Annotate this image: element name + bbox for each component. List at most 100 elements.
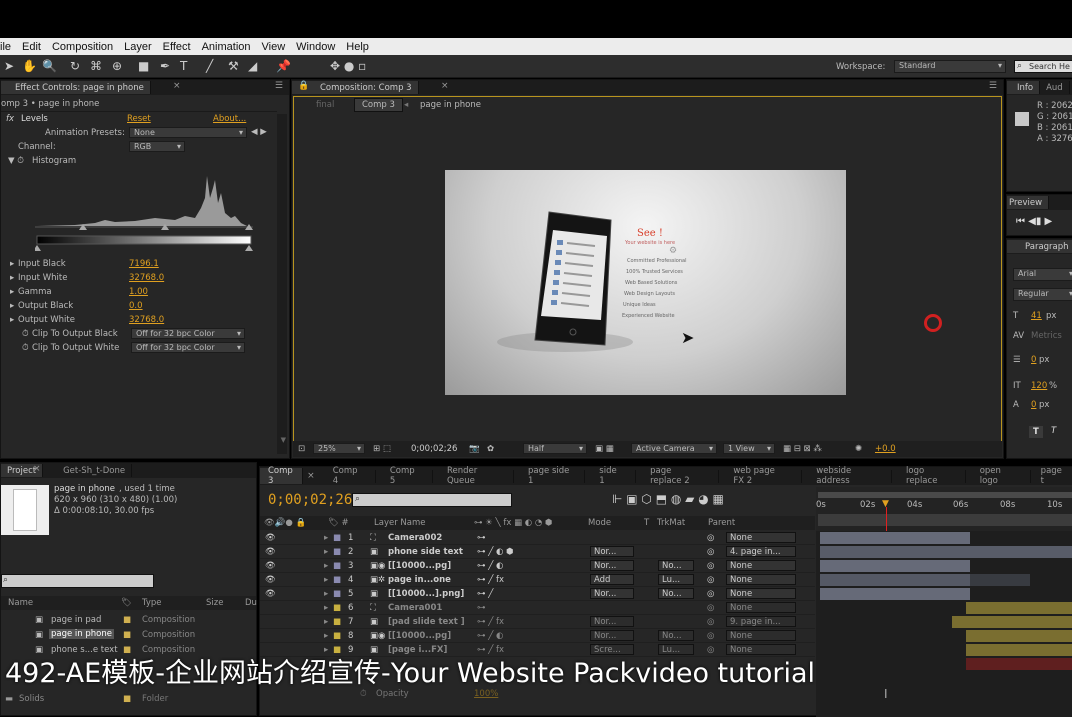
layer-name[interactable]: Camera001 bbox=[388, 603, 442, 613]
tab-get-done[interactable]: Get-Sh_t-Done bbox=[57, 464, 133, 477]
layer-bar[interactable] bbox=[820, 560, 970, 572]
tab-comp5[interactable]: Comp 5 bbox=[376, 466, 433, 486]
pickwhip-icon[interactable]: ◎ bbox=[707, 561, 714, 571]
search-help-input[interactable]: Search He bbox=[1014, 60, 1072, 73]
hand-tool-icon[interactable]: ✋ bbox=[22, 59, 37, 73]
faux-italic-icon[interactable]: T bbox=[1051, 426, 1056, 436]
opacity-value[interactable]: 100% bbox=[474, 689, 498, 699]
eraser-tool-icon[interactable]: ◢ bbox=[248, 59, 257, 73]
col-parent[interactable]: Parent bbox=[708, 518, 735, 528]
layer-bar[interactable] bbox=[820, 588, 970, 600]
menu-effect[interactable]: Effect bbox=[163, 41, 191, 53]
visibility-icon[interactable]: 👁 bbox=[265, 561, 276, 571]
shy-icon[interactable]: ⊶ ╱ fx bbox=[477, 617, 504, 627]
menu-file[interactable]: ile bbox=[0, 41, 11, 53]
twirl-icon[interactable]: ▸ bbox=[324, 533, 328, 543]
clone-tool-icon[interactable]: ⚒ bbox=[228, 59, 239, 73]
lock-icon[interactable]: 🔒 bbox=[298, 81, 309, 91]
parent-select[interactable]: None bbox=[726, 588, 796, 599]
view-layout-select[interactable]: 1 View bbox=[723, 443, 775, 454]
font-size-value[interactable]: 41 bbox=[1031, 311, 1042, 321]
col-t[interactable]: T bbox=[644, 518, 649, 528]
layer-name[interactable]: [pad slide text ] bbox=[388, 617, 465, 627]
input-black-value[interactable]: 7196.1 bbox=[129, 259, 159, 269]
tab-render-queue[interactable]: Render Queue bbox=[433, 466, 515, 486]
tab-audio[interactable]: Aud bbox=[1040, 81, 1070, 94]
time-ruler[interactable]: 0s 02s 04s 06s 08s 10s ▼ bbox=[816, 487, 1072, 531]
comp-canvas[interactable]: See ! Your website is here ⚙ Committed P… bbox=[445, 170, 846, 395]
tab-composition[interactable]: Composition: Comp 3 bbox=[292, 81, 419, 94]
menu-composition[interactable]: Composition bbox=[52, 41, 113, 53]
preset-nav-icon[interactable]: ◀ ▶ bbox=[251, 127, 267, 137]
pickwhip-icon[interactable]: ◎ bbox=[707, 589, 714, 599]
pickwhip-icon[interactable]: ◎ bbox=[707, 575, 714, 585]
list-item[interactable]: ▬ Solids ■ Folder bbox=[1, 692, 256, 706]
scale-value[interactable]: 120 bbox=[1031, 381, 1047, 391]
twirl-icon[interactable]: ▸ bbox=[324, 603, 328, 613]
timeline-switches-icon[interactable]: ⊩ ▣ ⬡ ⬒ ◍ ▰ ◕ ▦ bbox=[612, 492, 724, 506]
tab-page-side-1[interactable]: page side 1 bbox=[514, 466, 586, 486]
tab-info[interactable]: Info bbox=[1007, 81, 1041, 94]
faux-bold-icon[interactable]: T bbox=[1029, 426, 1043, 438]
mode-select[interactable]: Nor... bbox=[590, 546, 634, 557]
mode-select[interactable]: Nor... bbox=[590, 560, 634, 571]
layer-name[interactable]: [[10000...].png] bbox=[388, 589, 464, 599]
twirl-icon[interactable]: ▸ bbox=[324, 561, 328, 571]
camera-select[interactable]: Active Camera bbox=[631, 443, 717, 454]
keyframe-icon[interactable]: I bbox=[884, 687, 888, 701]
clip-black-select[interactable]: Off for 32 bpc Color bbox=[131, 328, 245, 339]
menu-layer[interactable]: Layer bbox=[124, 41, 152, 53]
parent-select[interactable]: None bbox=[726, 574, 796, 585]
rectangle-tool-icon[interactable]: ■ bbox=[138, 59, 149, 73]
clip-white-select[interactable]: Off for 32 bpc Color bbox=[131, 342, 245, 353]
scroll-down-icon[interactable]: ▼ bbox=[281, 436, 286, 444]
tab-comp4[interactable]: Comp 4 bbox=[319, 466, 376, 486]
shy-icon[interactable]: ⊶ bbox=[477, 533, 486, 543]
param-toggle-icon[interactable]: ▸ bbox=[10, 287, 14, 297]
about-link[interactable]: About... bbox=[213, 114, 246, 124]
channel-icon[interactable]: ✿ bbox=[487, 444, 494, 454]
tab-logo-replace[interactable]: logo replace bbox=[892, 466, 966, 486]
twirl-icon[interactable]: ▸ bbox=[324, 547, 328, 557]
parent-select[interactable]: None bbox=[726, 532, 796, 543]
resolution-select[interactable]: Half bbox=[523, 443, 587, 454]
list-item[interactable]: ▣ page in phone ■ Composition bbox=[1, 628, 256, 642]
type-tool-icon[interactable]: T bbox=[180, 59, 187, 73]
layer-bar[interactable] bbox=[966, 658, 1072, 670]
menu-edit[interactable]: Edit bbox=[22, 41, 41, 53]
gamma-value[interactable]: 1.00 bbox=[129, 287, 148, 297]
pickwhip-icon[interactable]: ◎ bbox=[707, 631, 714, 641]
param-toggle-icon[interactable]: ▸ bbox=[10, 273, 14, 283]
stopwatch-icon[interactable]: ⏱ bbox=[22, 329, 29, 339]
tab-effect-controls[interactable]: Effect Controls: page in phone bbox=[1, 81, 151, 94]
shy-icon[interactable]: ⊶ ╱ bbox=[477, 589, 493, 599]
shy-icon[interactable]: ⊶ ╱ ◐ ⬢ bbox=[477, 547, 514, 557]
visibility-icon[interactable]: 👁 bbox=[265, 589, 276, 599]
effect-name[interactable]: Levels bbox=[21, 114, 48, 124]
col-mode[interactable]: Mode bbox=[588, 518, 611, 528]
layer-name[interactable]: Camera002 bbox=[388, 533, 442, 543]
menu-help[interactable]: Help bbox=[346, 41, 369, 53]
tab-webside-address[interactable]: webside address bbox=[802, 466, 893, 486]
menu-window[interactable]: Window bbox=[296, 41, 335, 53]
parent-select[interactable]: None bbox=[726, 560, 796, 571]
table-row[interactable]: 👁 ▸ ■ 4 ▣✲ page in...one ⊶ ╱ fx Add Lu... ◎ None bbox=[260, 573, 815, 587]
tab-web-page-fx-2[interactable]: web page FX 2 bbox=[719, 466, 803, 486]
shy-icon[interactable]: ⊶ ╱ ◐ bbox=[477, 561, 503, 571]
histogram-toggle-icon[interactable]: ▼ ⏱ bbox=[8, 156, 24, 166]
close-tab-icon[interactable]: × bbox=[303, 471, 319, 481]
shy-icon[interactable]: ⊶ bbox=[477, 603, 486, 613]
rotate-tool-icon[interactable]: ↻ bbox=[70, 59, 80, 73]
menu-animation[interactable]: Animation bbox=[202, 41, 251, 53]
param-toggle-icon[interactable]: ▸ bbox=[10, 301, 14, 311]
close-tab-icon[interactable]: × bbox=[441, 81, 449, 91]
preview-controls-icon[interactable]: ⏮ ◀▮ ▶ bbox=[1016, 216, 1052, 227]
output-black-value[interactable]: 0.0 bbox=[129, 301, 143, 311]
table-row[interactable]: ▸ ■ 7 ▣ [pad slide text ] ⊶ ╱ fx Nor... ◎ 9. pag… bbox=[260, 615, 815, 629]
mode-select[interactable]: Nor... bbox=[590, 588, 634, 599]
close-tab-icon[interactable]: × bbox=[33, 464, 41, 474]
stopwatch-icon[interactable]: ⏱ bbox=[360, 689, 367, 699]
grid-toggle-icon[interactable]: ⊡ bbox=[298, 444, 305, 454]
brush-tool-icon[interactable]: ╱ bbox=[206, 59, 213, 73]
twirl-icon[interactable]: ▸ bbox=[324, 589, 328, 599]
